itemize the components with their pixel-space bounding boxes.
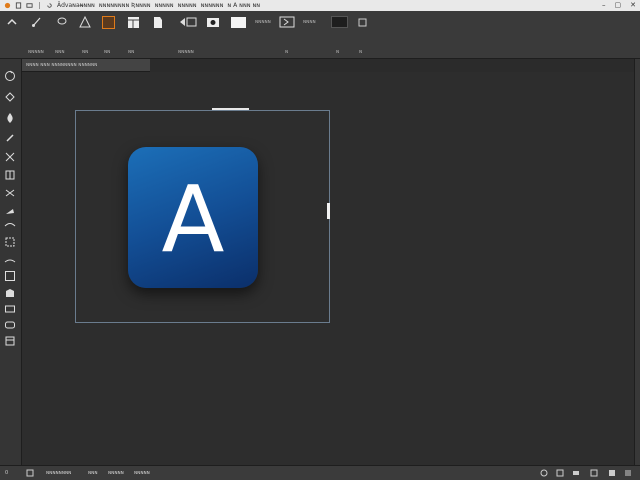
grid-icon[interactable] xyxy=(556,469,564,477)
lasso-icon[interactable] xyxy=(55,15,69,29)
top-resize-handle[interactable] xyxy=(212,108,249,110)
status-number: 0 xyxy=(5,470,9,476)
app-icon-letter: A xyxy=(161,165,225,273)
menu-item-app[interactable]: Ȁdvaɴaɴ̶ɴɴɴ xyxy=(57,0,95,11)
cross-icon[interactable] xyxy=(3,150,17,164)
menu-bar: Ȁdvaɴaɴ̶ɴɴɴ ɴɴɴɴɴɴɴɴ Ʀɴɴɴɴ ɴɴɴɴɴ ɴɴɴɴɴ ɴ… xyxy=(0,0,640,11)
status-text: ɴɴɴ xyxy=(88,470,98,476)
pen-icon[interactable] xyxy=(3,131,17,145)
sync-icon[interactable] xyxy=(46,2,53,9)
settings-icon[interactable] xyxy=(540,469,548,477)
right-panel-edge[interactable] xyxy=(634,59,640,465)
side-resize-handle[interactable] xyxy=(327,203,330,219)
status-text: ɴɴɴɴɴ xyxy=(108,470,124,476)
tool-label: ɴɴɴɴɴ xyxy=(178,49,194,55)
fit-icon[interactable] xyxy=(608,469,616,477)
tool-label: ɴɴ xyxy=(128,49,135,55)
close-icon[interactable]: ✕ xyxy=(630,0,636,11)
shape-icon[interactable] xyxy=(3,286,17,300)
menu-item-image[interactable]: ɴɴɴɴɴ xyxy=(178,0,197,11)
status-text: ɴɴɴɴɴɴɴɴ xyxy=(46,470,72,476)
panel-toggle-icon[interactable] xyxy=(624,469,632,477)
minimize-icon[interactable]: – xyxy=(602,0,606,11)
tool-panel xyxy=(0,59,22,465)
drop-icon[interactable] xyxy=(3,111,17,125)
tool-label: ɴ xyxy=(336,49,340,55)
window-controls: – ▢ ✕ xyxy=(602,0,636,11)
menu-separator xyxy=(39,2,40,9)
stamp-icon[interactable] xyxy=(3,168,17,182)
blank-swatch[interactable] xyxy=(230,15,246,29)
tool-label: ɴɴ xyxy=(82,49,89,55)
color-swatch[interactable] xyxy=(330,15,348,29)
tool-label: ɴɴɴ xyxy=(55,49,65,55)
brush-icon[interactable] xyxy=(30,15,44,29)
hand-icon[interactable] xyxy=(3,302,17,316)
dodge-icon[interactable] xyxy=(3,219,17,233)
note-icon[interactable] xyxy=(3,334,17,348)
zoom-icon[interactable] xyxy=(3,318,17,332)
text-icon[interactable] xyxy=(3,253,17,267)
app-logo-icon xyxy=(4,2,11,9)
layers-icon[interactable] xyxy=(572,469,580,477)
tool-label: ɴɴ xyxy=(104,49,111,55)
maximize-icon[interactable]: ▢ xyxy=(615,0,622,11)
camera-icon[interactable] xyxy=(206,15,220,29)
editor-window: Ȁdvaɴaɴ̶ɴɴɴ ɴɴɴɴɴɴɴɴ Ʀɴɴɴɴ ɴɴɴɴɴ ɴɴɴɴɴ ɴ… xyxy=(0,0,640,480)
tool-label: ɴɴɴɴɴ xyxy=(28,49,44,55)
tool-label: ɴ xyxy=(285,49,289,55)
field-text: ɴɴɴɴɴ xyxy=(255,19,271,25)
mail-icon[interactable] xyxy=(26,2,33,9)
chevron-up-icon[interactable] xyxy=(5,15,19,29)
smudge-icon[interactable] xyxy=(3,204,17,218)
scissors-icon[interactable] xyxy=(3,186,17,200)
document-tab[interactable]: ɴɴɴɴ ɴɴɴ ɴɴɴɴɴɴɴɴ ɴɴɴɴɴɴ xyxy=(22,59,150,72)
page-icon[interactable] xyxy=(151,15,165,29)
status-text: ɴɴɴɴɴ xyxy=(134,470,150,476)
field-text: ɴɴɴɴ xyxy=(303,19,316,25)
menu-item-file[interactable]: ɴɴɴɴɴɴɴɴ Ʀɴɴɴɴ xyxy=(99,0,151,11)
tool-label: ɴ xyxy=(359,49,363,55)
crop-grid-icon[interactable] xyxy=(126,15,140,29)
warning-icon[interactable] xyxy=(78,15,92,29)
rectangle-icon[interactable] xyxy=(3,269,17,283)
menu-item-layer[interactable]: ɴɴɴɴɴɴ xyxy=(201,0,224,11)
document-icon[interactable] xyxy=(15,2,22,9)
app-icon-artwork[interactable]: A xyxy=(128,147,258,288)
window-title: ɴ A ɴɴɴ ɴɴ xyxy=(227,2,261,9)
select-icon[interactable] xyxy=(3,235,17,249)
document-icon[interactable] xyxy=(26,469,34,477)
fill-bucket-icon[interactable] xyxy=(3,90,17,104)
transform-icon[interactable] xyxy=(178,15,198,29)
rotate-view-icon[interactable] xyxy=(3,69,17,83)
view-icon[interactable] xyxy=(590,469,598,477)
menu-item-edit[interactable]: ɴɴɴɴɴ xyxy=(155,0,174,11)
status-bar: 0 ɴɴɴɴɴɴɴɴ ɴɴɴ ɴɴɴɴɴ ɴɴɴɴɴ xyxy=(0,465,640,480)
settings-icon[interactable] xyxy=(355,15,369,29)
options-toolbar: ɴɴɴɴɴ ɴɴɴɴ ɴɴɴɴɴ ɴɴɴ ɴɴ ɴɴ ɴɴ ɴɴɴɴɴ ɴ ɴ … xyxy=(0,11,640,59)
frame-icon[interactable] xyxy=(279,15,295,29)
layer-thumbnail-icon[interactable] xyxy=(101,15,115,29)
